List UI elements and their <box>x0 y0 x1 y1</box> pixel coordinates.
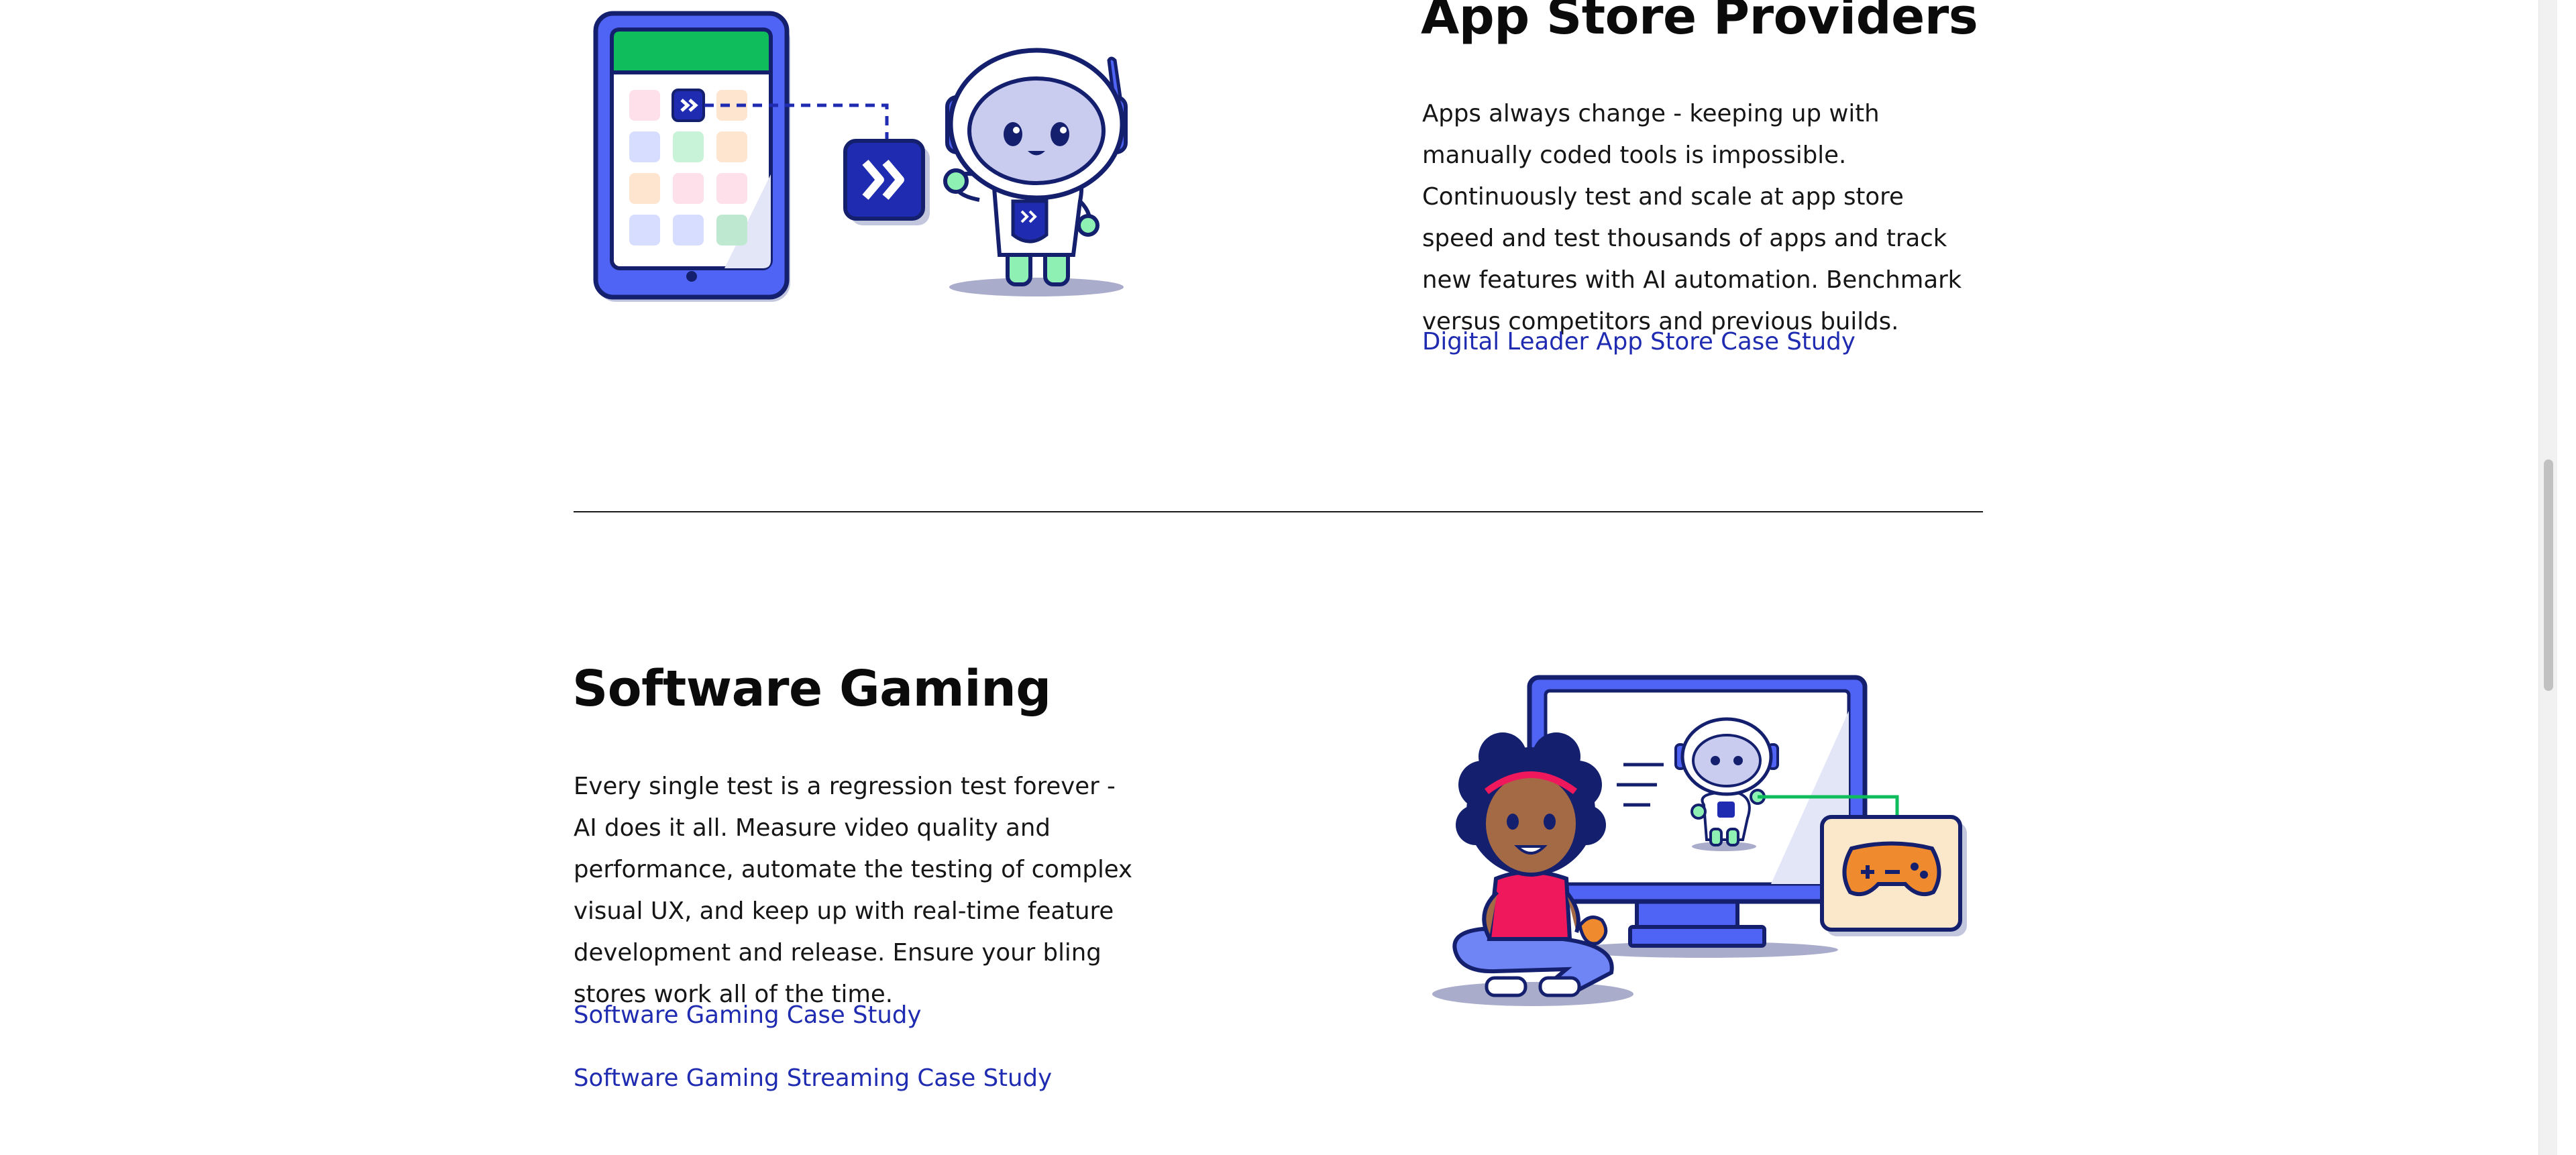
app-store-case-study-link[interactable]: Digital Leader App Store Case Study <box>1422 327 1856 357</box>
gaming-case-study-link[interactable]: Software Gaming Case Study <box>574 1001 921 1030</box>
gaming-title: Software Gaming <box>572 660 1051 718</box>
tablet-icon <box>593 11 790 302</box>
hand-controller <box>1578 916 1608 946</box>
app-icon <box>843 139 930 225</box>
app-store-description: Apps always change - keeping up with man… <box>1422 100 1962 335</box>
gaming-streaming-case-study-link[interactable]: Software Gaming Streaming Case Study <box>574 1064 1052 1093</box>
gaming-illustration <box>1432 675 1967 1006</box>
gamepad-icon <box>1820 815 1967 936</box>
section-divider <box>574 511 1983 512</box>
robot-icon <box>943 48 1128 296</box>
gaming-description: Every single test is a regression test f… <box>574 773 1133 1008</box>
scrollbar[interactable] <box>2538 0 2557 1155</box>
page: App Store Providers Apps always change -… <box>0 0 2557 1155</box>
app-store-title: App Store Providers <box>1421 0 1978 46</box>
scrollbar-thumb[interactable] <box>2544 459 2553 691</box>
app-store-illustration <box>593 11 1128 302</box>
